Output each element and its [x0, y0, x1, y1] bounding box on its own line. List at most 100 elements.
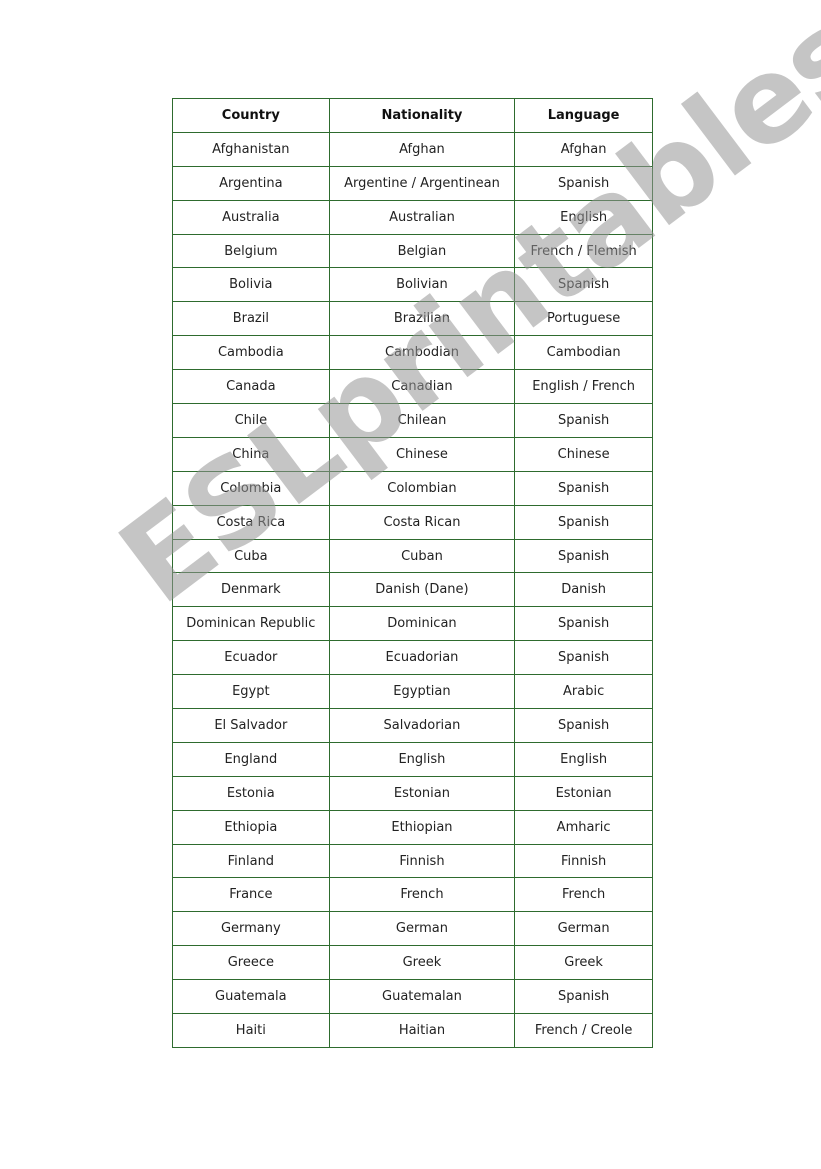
table-row: Canada Canadian English / French [172, 369, 653, 405]
language-cell: Arabic [514, 674, 653, 710]
nationality-cell: Guatemalan [328, 979, 516, 1015]
country-cell: Ecuador [172, 640, 330, 676]
table-row: Ecuador Ecuadorian Spanish [172, 640, 653, 676]
language-cell: Finnish [514, 843, 653, 879]
language-cell: English [514, 741, 653, 777]
language-cell: Spanish [514, 504, 653, 540]
nationality-cell: Dominican [328, 606, 516, 642]
table-row: Australia Australian English [172, 199, 653, 235]
language-cell: Danish [514, 572, 653, 608]
table-row: Belgium Belgian French / Flemish [172, 233, 653, 269]
nationality-cell: Greek [328, 945, 516, 981]
country-cell: China [172, 436, 330, 472]
language-cell: Spanish [514, 165, 653, 201]
table-row: Haiti Haitian French / Creole [172, 1013, 653, 1048]
language-cell: Spanish [514, 267, 653, 303]
table-row: Egypt Egyptian Arabic [172, 674, 653, 710]
table-row: Cambodia Cambodian Cambodian [172, 335, 653, 371]
language-cell: Spanish [514, 979, 653, 1015]
language-cell: Portuguese [514, 301, 653, 337]
table-row: Finland Finnish Finnish [172, 843, 653, 879]
country-cell: England [172, 741, 330, 777]
nationality-cell: English [328, 741, 516, 777]
nationality-cell: Estonian [328, 775, 516, 811]
country-cell: Estonia [172, 775, 330, 811]
table-row: England English English [172, 741, 653, 777]
country-cell: Egypt [172, 674, 330, 710]
nationality-cell: Ethiopian [328, 809, 516, 845]
nationality-cell: Brazilian [328, 301, 516, 337]
table-row: Brazil Brazilian Portuguese [172, 301, 653, 337]
header-row: Country Nationality Language [172, 98, 653, 133]
language-cell: Spanish [514, 640, 653, 676]
header-country: Country [172, 98, 330, 133]
country-cell: Haiti [172, 1013, 330, 1048]
country-cell: Germany [172, 911, 330, 947]
nationality-table: Country Nationality Language Afghanistan… [172, 98, 653, 1048]
country-cell: El Salvador [172, 708, 330, 743]
country-cell: Canada [172, 369, 330, 405]
table-row: Costa Rica Costa Rican Spanish [172, 504, 653, 540]
country-cell: Greece [172, 945, 330, 981]
table-row: Guatemala Guatemalan Spanish [172, 979, 653, 1015]
table-row: France French French [172, 877, 653, 913]
language-cell: Spanish [514, 708, 653, 743]
country-cell: Guatemala [172, 979, 330, 1015]
country-cell: Dominican Republic [172, 606, 330, 642]
language-cell: Spanish [514, 403, 653, 438]
nationality-cell: Belgian [328, 233, 516, 269]
nationality-cell: Salvadorian [328, 708, 516, 743]
table-row: Greece Greek Greek [172, 945, 653, 981]
language-cell: Cambodian [514, 335, 653, 371]
country-cell: Ethiopia [172, 809, 330, 845]
country-cell: Argentina [172, 165, 330, 201]
language-cell: French / Creole [514, 1013, 653, 1048]
nationality-cell: Costa Rican [328, 504, 516, 540]
language-cell: Estonian [514, 775, 653, 811]
nationality-cell: Ecuadorian [328, 640, 516, 676]
language-cell: English [514, 199, 653, 235]
header-nationality: Nationality [328, 98, 516, 133]
language-cell: English / French [514, 369, 653, 405]
country-cell: Afghanistan [172, 131, 330, 167]
language-cell: Chinese [514, 436, 653, 472]
country-cell: France [172, 877, 330, 913]
country-cell: Cuba [172, 538, 330, 574]
table-row: Colombia Colombian Spanish [172, 470, 653, 506]
table-row: Estonia Estonian Estonian [172, 775, 653, 811]
country-cell: Costa Rica [172, 504, 330, 540]
language-cell: Spanish [514, 606, 653, 642]
nationality-cell: Bolivian [328, 267, 516, 303]
country-cell: Australia [172, 199, 330, 235]
nationality-cell: Canadian [328, 369, 516, 405]
table-row: Denmark Danish (Dane) Danish [172, 572, 653, 608]
nationality-cell: Chinese [328, 436, 516, 472]
language-cell: Spanish [514, 538, 653, 574]
table-row: Bolivia Bolivian Spanish [172, 267, 653, 303]
table-row: Ethiopia Ethiopian Amharic [172, 809, 653, 845]
table-row: Dominican Republic Dominican Spanish [172, 606, 653, 642]
country-cell: Belgium [172, 233, 330, 269]
nationality-cell: Chilean [328, 403, 516, 438]
nationality-cell: Argentine / Argentinean [328, 165, 516, 201]
nationality-cell: Colombian [328, 470, 516, 506]
nationality-cell: Cuban [328, 538, 516, 574]
nationality-cell: Danish (Dane) [328, 572, 516, 608]
country-cell: Cambodia [172, 335, 330, 371]
nationality-cell: Cambodian [328, 335, 516, 371]
nationality-cell: Afghan [328, 131, 516, 167]
country-cell: Chile [172, 403, 330, 438]
language-cell: French [514, 877, 653, 913]
country-cell: Brazil [172, 301, 330, 337]
language-cell: Greek [514, 945, 653, 981]
nationality-cell: French [328, 877, 516, 913]
country-cell: Bolivia [172, 267, 330, 303]
nationality-cell: Australian [328, 199, 516, 235]
language-cell: Amharic [514, 809, 653, 845]
table-row: Germany German German [172, 911, 653, 947]
country-cell: Finland [172, 843, 330, 879]
table-row: Argentina Argentine / Argentinean Spanish [172, 165, 653, 201]
nationality-cell: Egyptian [328, 674, 516, 710]
nationality-cell: Haitian [328, 1013, 516, 1048]
table-row: Cuba Cuban Spanish [172, 538, 653, 574]
